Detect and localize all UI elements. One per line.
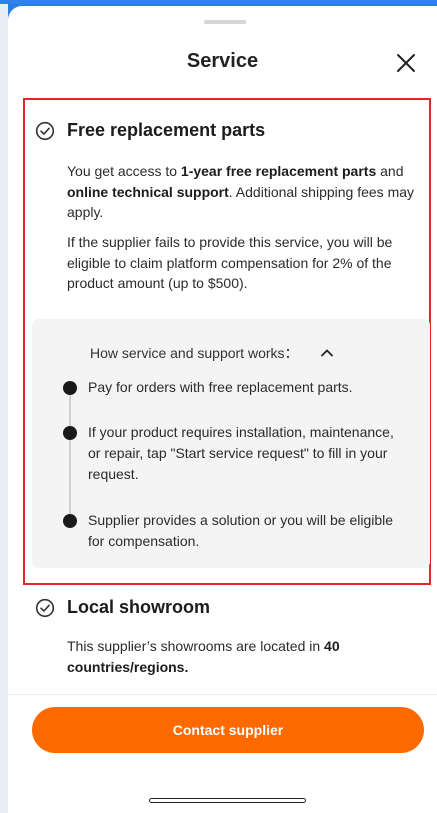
step-item: If your product requires installation, m… <box>88 424 394 482</box>
divider <box>8 694 437 695</box>
timeline-line <box>69 385 71 523</box>
compensation-text: If the supplier fails to provide this se… <box>67 234 393 291</box>
showroom-description: This supplier’s showrooms are located in… <box>67 636 407 677</box>
timeline-dot <box>63 514 77 528</box>
how-it-works-toggle[interactable]: How service and support works： <box>90 343 335 363</box>
sheet-title: Service <box>186 50 259 72</box>
step-item: Supplier provides a solution or you will… <box>88 512 394 549</box>
description-text: and <box>376 163 404 179</box>
check-circle-icon <box>35 121 55 140</box>
replacement-section-header: Free replacement parts <box>35 120 265 141</box>
home-indicator <box>149 798 306 803</box>
description-highlight-support: online technical support <box>67 183 229 200</box>
showroom-text: This supplier’s showrooms are located in <box>67 638 325 654</box>
top-strip <box>0 0 437 4</box>
close-button[interactable] <box>391 48 421 78</box>
replacement-description: You get access to 1-year free replacemen… <box>67 161 429 223</box>
close-icon <box>397 54 415 72</box>
showroom-section-header: Local showroom <box>35 597 210 618</box>
chevron-up-icon <box>320 349 333 357</box>
replacement-title: Free replacement parts <box>67 120 266 140</box>
timeline-dot <box>63 426 77 440</box>
description-text: You get access to <box>67 163 181 179</box>
timeline-dot <box>63 381 77 395</box>
how-it-works-heading: How service and support works： <box>90 345 299 361</box>
description-highlight-parts: 1-year free replacement parts <box>180 163 377 179</box>
step-item: Pay for orders with free replacement par… <box>88 379 353 395</box>
check-circle-icon <box>35 598 55 617</box>
drag-handle[interactable] <box>204 20 246 24</box>
background-edge <box>0 4 8 813</box>
how-it-works-panel: How service and support works： Pay for o… <box>32 319 430 568</box>
contact-supplier-button[interactable]: Contact supplier <box>32 707 424 753</box>
service-bottom-sheet: Service Free replacement parts You get a… <box>8 6 437 813</box>
showroom-title: Local showroom <box>67 597 211 617</box>
